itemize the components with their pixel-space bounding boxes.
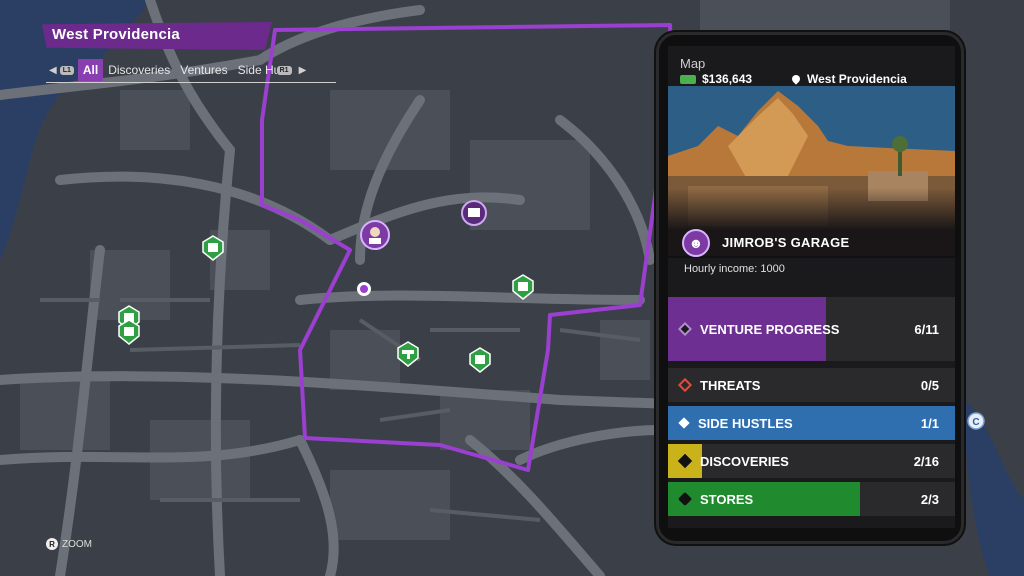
location-display: West Providencia bbox=[790, 72, 907, 86]
phone-app-title: Map bbox=[680, 56, 706, 71]
zoom-hint: R ZOOM bbox=[46, 538, 92, 550]
category-label: Threats bbox=[700, 377, 761, 393]
category-label: Side Hustles bbox=[698, 415, 793, 431]
venture-name: JIMROB'S GARAGE bbox=[722, 235, 850, 250]
category-count: 2/3 bbox=[920, 491, 939, 507]
category-count: 1/1 bbox=[920, 415, 939, 431]
venture-portrait-icon: ☻ bbox=[682, 229, 710, 257]
waypoint-marker bbox=[357, 282, 371, 296]
tab-side-hustles[interactable]: Side Hu bbox=[233, 59, 277, 81]
cash-value: $136,643 bbox=[702, 72, 753, 86]
category-label: Discoveries bbox=[700, 453, 789, 469]
category-side-hustles[interactable]: Side Hustles 1/1 bbox=[668, 406, 955, 440]
category-label: Venture Progress bbox=[700, 321, 840, 337]
category-threats[interactable]: Threats 0/5 bbox=[668, 368, 955, 402]
tab-ventures[interactable]: Ventures bbox=[175, 59, 232, 81]
location-pin-icon bbox=[790, 73, 802, 85]
chevron-left-icon[interactable]: ◀ bbox=[49, 65, 57, 76]
r1-button-hint: R1 bbox=[276, 65, 292, 75]
r-stick-button-icon: R bbox=[46, 538, 58, 550]
venture-marker bbox=[360, 220, 390, 250]
cash-icon bbox=[680, 74, 696, 84]
district-name: West Providencia bbox=[52, 26, 180, 43]
svg-text:C: C bbox=[972, 417, 979, 428]
tab-all[interactable]: All bbox=[77, 59, 104, 81]
player-marker: C bbox=[967, 412, 985, 430]
cash-display: $136,643 bbox=[680, 72, 752, 86]
category-count: 0/5 bbox=[920, 377, 939, 393]
category-count: 2/16 bbox=[913, 453, 939, 469]
tab-discoveries[interactable]: Discoveries bbox=[103, 59, 175, 81]
hourly-income: Hourly income: 1000 bbox=[684, 263, 785, 275]
diamond-outline-icon bbox=[677, 377, 693, 393]
category-count: 6/11 bbox=[914, 321, 939, 337]
chevron-right-icon[interactable]: ▶ bbox=[299, 65, 307, 76]
property-marker bbox=[461, 200, 487, 226]
category-stores[interactable]: Stores 2/3 bbox=[668, 482, 955, 516]
map-filter-tabs: ◀ L1 All Discoveries Ventures Side Hu R1… bbox=[46, 58, 336, 83]
category-venture-progress[interactable]: Venture Progress 6/11 bbox=[668, 297, 955, 361]
l1-button-hint: L1 bbox=[59, 65, 74, 75]
location-value: West Providencia bbox=[807, 72, 907, 86]
category-label: Stores bbox=[700, 491, 754, 507]
zoom-label: ZOOM bbox=[62, 538, 92, 550]
category-discoveries[interactable]: Discoveries 2/16 bbox=[668, 444, 955, 478]
phone-screen: Map $136,643 West Providencia ☻ JIMROB'S… bbox=[668, 46, 955, 528]
